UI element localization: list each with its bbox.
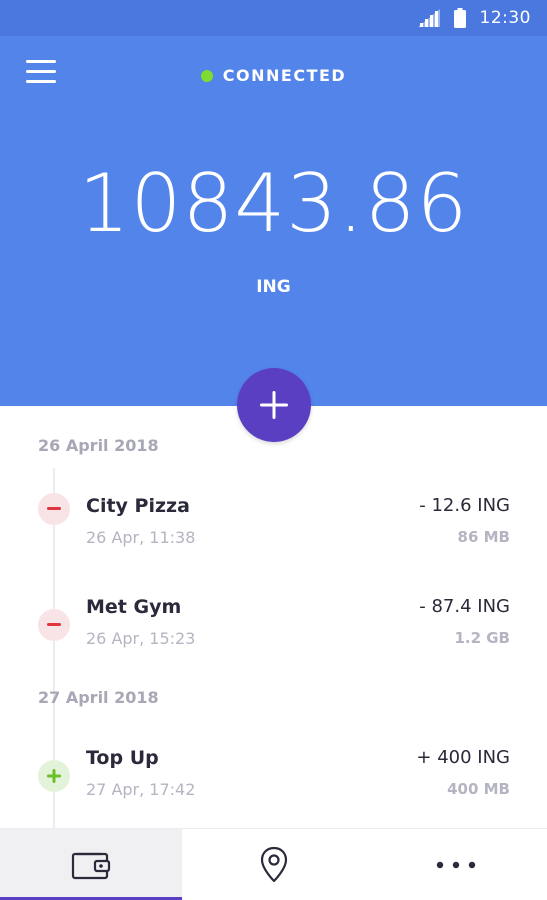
status-time: 12:30 <box>479 8 531 28</box>
transaction-amount: - 12.6 ING <box>419 495 510 516</box>
location-pin-icon <box>260 846 288 883</box>
bottom-nav <box>0 828 547 900</box>
transaction-date: 26 Apr, 15:23 <box>86 629 196 648</box>
transaction-row[interactable]: Met Gym 26 Apr, 15:23 - 87.4 ING 1.2 GB <box>0 596 547 676</box>
add-button[interactable] <box>237 368 311 442</box>
nav-location[interactable] <box>183 829 365 900</box>
connection-dot-icon <box>200 69 213 82</box>
status-bar-right: 12:30 <box>417 7 532 29</box>
transaction-date: 27 Apr, 17:42 <box>86 780 196 799</box>
nav-more[interactable] <box>365 829 547 900</box>
transaction-row[interactable]: City Pizza 26 Apr, 11:38 - 12.6 ING 86 M… <box>0 493 547 575</box>
plus-icon <box>260 391 288 419</box>
plus-small-icon <box>38 760 70 792</box>
nav-wallet[interactable] <box>0 829 182 900</box>
transaction-row[interactable]: Top Up 27 Apr, 17:42 + 400 ING 400 MB <box>0 747 547 827</box>
balance-currency: ING <box>256 277 291 297</box>
transaction-data: 1.2 GB <box>454 629 510 647</box>
transaction-amount: + 400 ING <box>416 747 510 768</box>
minus-icon <box>38 493 70 525</box>
date-header: 27 April 2018 <box>38 688 159 707</box>
transaction-name: Top Up <box>86 747 159 769</box>
transaction-data: 86 MB <box>457 528 510 546</box>
wallet-icon <box>71 852 111 880</box>
minus-icon <box>38 609 70 641</box>
balance-header: CONNECTED 10843.86 ING <box>0 36 547 406</box>
more-icon <box>436 861 476 869</box>
balance-amount: 10843.86 <box>78 157 469 250</box>
transaction-name: City Pizza <box>86 495 190 517</box>
status-bar: 12:30 <box>0 0 547 36</box>
transaction-data: 400 MB <box>447 780 510 798</box>
transaction-date: 26 Apr, 11:38 <box>86 528 196 547</box>
transaction-amount: - 87.4 ING <box>419 596 510 617</box>
signal-icon <box>417 9 440 27</box>
battery-icon <box>453 8 466 28</box>
connection-status: CONNECTED <box>0 66 547 85</box>
transaction-name: Met Gym <box>86 596 182 618</box>
date-header: 26 April 2018 <box>38 436 159 455</box>
menu-icon <box>26 60 56 63</box>
connection-status-text: CONNECTED <box>222 66 347 85</box>
